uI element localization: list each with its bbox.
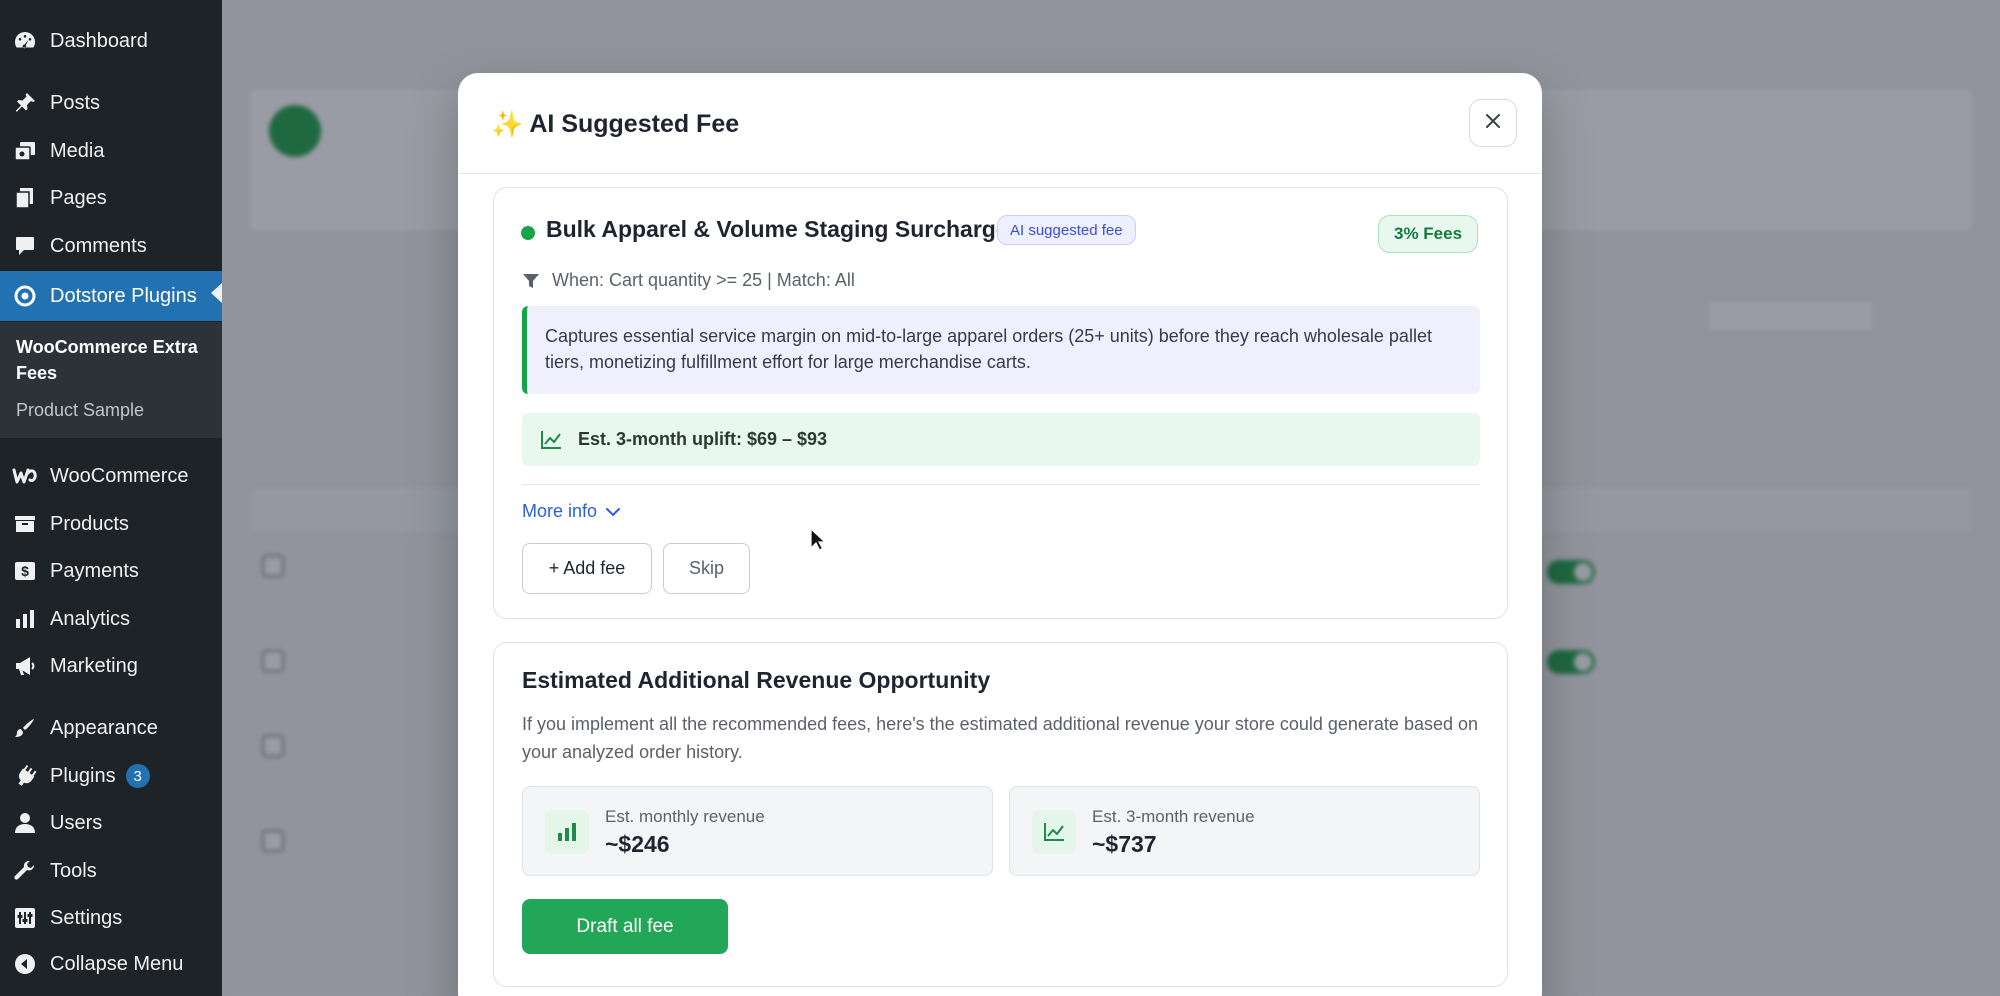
products-icon — [12, 511, 38, 537]
draft-all-fee-button[interactable]: Draft all fee — [522, 899, 728, 954]
trend-chart-icon — [540, 430, 562, 450]
active-status-dot — [521, 226, 535, 240]
sidebar-item-label: WooCommerce — [50, 464, 189, 487]
sidebar-item-label: Posts — [50, 91, 101, 114]
sidebar-item-label: Comments — [50, 234, 147, 257]
filter-icon — [522, 272, 540, 290]
sidebar-item-marketing[interactable]: Marketing — [0, 644, 222, 688]
suggested-fee-card: Bulk Apparel & Volume Staging Surcharge … — [493, 187, 1508, 619]
brush-icon — [12, 715, 38, 741]
sidebar-item-media[interactable]: Media — [0, 129, 222, 173]
admin-sidebar: Dashboard Posts Media Pages Comments Dot… — [0, 0, 222, 996]
dotstore-submenu: WooCommerce Extra Fees Product Sample — [0, 322, 222, 438]
sidebar-item-dotstore-plugins[interactable]: Dotstore Plugins — [0, 271, 222, 321]
sidebar-item-label: Payments — [50, 559, 139, 582]
pin-icon — [12, 90, 38, 116]
sidebar-item-settings[interactable]: Settings — [0, 896, 222, 940]
sidebar-item-label: Pages — [50, 186, 107, 209]
plugin-icon — [12, 763, 38, 789]
sidebar-item-label: Collapse Menu — [50, 952, 184, 975]
three-month-revenue-stat: Est. 3-month revenue ~$737 — [1009, 786, 1480, 876]
sidebar-item-products[interactable]: Products — [0, 502, 222, 546]
sidebar-item-label: Marketing — [50, 654, 138, 677]
monthly-revenue-stat: Est. monthly revenue ~$246 — [522, 786, 993, 876]
close-button[interactable] — [1469, 99, 1517, 147]
fee-uplift-estimate: Est. 3-month uplift: $69 – $93 — [522, 413, 1480, 466]
fee-percent-badge: 3% Fees — [1378, 215, 1479, 253]
sidebar-item-tools[interactable]: Tools — [0, 849, 222, 893]
fee-condition: When: Cart quantity >= 25 | Match: All — [522, 270, 855, 291]
dashboard-icon — [12, 28, 38, 54]
plugin-update-count-badge: 3 — [125, 764, 150, 788]
sidebar-item-appearance[interactable]: Appearance — [0, 706, 222, 750]
submenu-item-product-sample[interactable]: Product Sample — [16, 400, 144, 421]
sidebar-item-label: Users — [50, 811, 103, 834]
sidebar-item-label: Appearance — [50, 716, 158, 739]
more-info-toggle[interactable]: More info — [522, 501, 621, 522]
sidebar-item-label: Settings — [50, 906, 123, 929]
skip-button[interactable]: Skip — [663, 543, 750, 594]
ai-suggested-badge: AI suggested fee — [997, 215, 1136, 245]
chevron-down-icon — [605, 506, 621, 518]
user-icon — [12, 810, 38, 836]
stat-value: ~$737 — [1092, 831, 1157, 857]
sidebar-item-label: Analytics — [50, 607, 131, 630]
dotstore-icon — [12, 283, 38, 309]
collapse-icon — [12, 951, 38, 977]
submenu-current-item[interactable]: WooCommerce Extra Fees — [16, 334, 216, 386]
comment-icon — [12, 233, 38, 259]
mouse-cursor-icon — [810, 527, 827, 557]
close-icon — [1484, 112, 1502, 135]
stat-label: Est. 3-month revenue — [1092, 807, 1255, 826]
sidebar-item-label: Products — [50, 512, 129, 535]
trend-chart-icon — [1032, 810, 1076, 854]
sidebar-item-analytics[interactable]: Analytics — [0, 597, 222, 641]
pages-icon — [12, 185, 38, 211]
sidebar-item-label: Media — [50, 139, 105, 162]
collapse-menu-button[interactable]: Collapse Menu — [0, 942, 222, 986]
sidebar-item-label: Dotstore Plugins — [50, 284, 197, 307]
sidebar-item-plugins[interactable]: Plugins 3 — [0, 754, 222, 798]
ai-suggested-fee-modal: ✨ AI Suggested Fee Bulk Apparel & Volume… — [458, 73, 1542, 996]
stat-label: Est. monthly revenue — [605, 807, 765, 826]
add-fee-button[interactable]: + Add fee — [522, 543, 652, 594]
wrench-icon — [12, 858, 38, 884]
divider — [522, 484, 1480, 485]
sidebar-item-payments[interactable]: $ Payments — [0, 549, 222, 593]
sidebar-item-pages[interactable]: Pages — [0, 176, 222, 220]
more-info-label: More info — [522, 501, 598, 521]
stat-value: ~$246 — [605, 831, 670, 857]
revenue-description: If you implement all the recommended fee… — [522, 714, 1479, 762]
payments-icon: $ — [12, 558, 38, 584]
fee-uplift-text: Est. 3-month uplift: $69 – $93 — [578, 429, 828, 449]
media-icon — [12, 138, 38, 164]
woo-icon — [12, 463, 38, 489]
sidebar-item-label: Plugins — [50, 764, 116, 787]
revenue-title: Estimated Additional Revenue Opportunity — [522, 667, 991, 693]
modal-header: ✨ AI Suggested Fee — [458, 73, 1542, 174]
modal-title-text: AI Suggested Fee — [529, 110, 740, 138]
sidebar-item-dashboard[interactable]: Dashboard — [0, 19, 222, 63]
fee-name: Bulk Apparel & Volume Staging Surcharge — [546, 216, 1009, 242]
megaphone-icon — [12, 653, 38, 679]
revenue-opportunity-card: Estimated Additional Revenue Opportunity… — [493, 642, 1508, 987]
fee-condition-text: When: Cart quantity >= 25 | Match: All — [552, 270, 855, 290]
sidebar-item-label: Tools — [50, 859, 97, 882]
sidebar-item-comments[interactable]: Comments — [0, 224, 222, 268]
settings-icon — [12, 905, 38, 931]
modal-title: ✨ AI Suggested Fee — [491, 109, 739, 140]
sidebar-item-posts[interactable]: Posts — [0, 81, 222, 125]
fee-description: Captures essential service margin on mid… — [522, 306, 1480, 394]
svg-text:$: $ — [21, 563, 29, 579]
analytics-icon — [12, 606, 38, 632]
sidebar-item-label: Dashboard — [50, 29, 148, 52]
sidebar-item-woocommerce[interactable]: WooCommerce — [0, 454, 222, 498]
sidebar-item-users[interactable]: Users — [0, 801, 222, 845]
sparkle-icon: ✨ — [491, 109, 524, 139]
bar-chart-icon — [545, 810, 589, 854]
